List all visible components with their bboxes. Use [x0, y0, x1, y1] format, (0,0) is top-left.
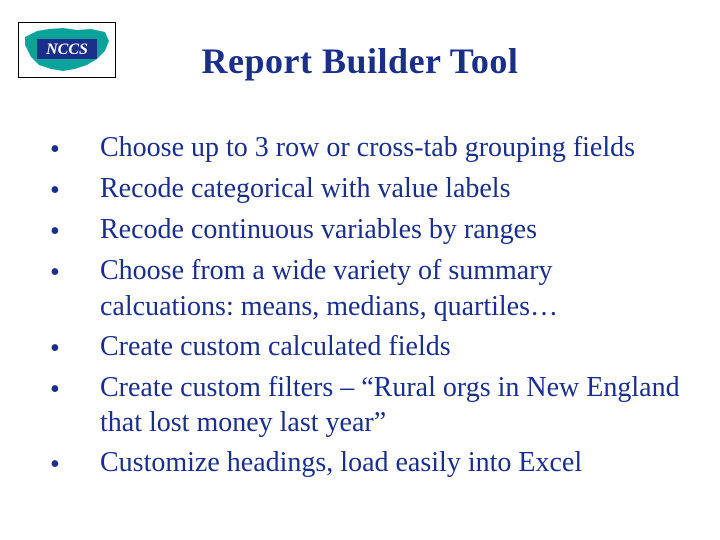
bullet-icon: •: [50, 370, 100, 407]
list-item: • Recode categorical with value labels: [50, 171, 680, 208]
list-item: • Recode continuous variables by ranges: [50, 212, 680, 249]
bullet-text: Recode continuous variables by ranges: [100, 212, 537, 248]
bullet-icon: •: [50, 329, 100, 366]
list-item: • Choose from a wide variety of summary …: [50, 253, 680, 325]
bullet-text: Choose from a wide variety of summary ca…: [100, 253, 680, 325]
list-item: • Create custom calculated fields: [50, 329, 680, 366]
bullet-icon: •: [50, 445, 100, 482]
slide-title: Report Builder Tool: [0, 40, 720, 82]
bullet-text: Choose up to 3 row or cross-tab grouping…: [100, 130, 635, 166]
bullet-icon: •: [50, 212, 100, 249]
list-item: • Choose up to 3 row or cross-tab groupi…: [50, 130, 680, 167]
bullet-text: Create custom calculated fields: [100, 329, 451, 365]
bullet-icon: •: [50, 253, 100, 290]
bullet-text: Create custom filters – “Rural orgs in N…: [100, 370, 680, 442]
bullet-icon: •: [50, 171, 100, 208]
bullet-list: • Choose up to 3 row or cross-tab groupi…: [50, 130, 680, 486]
bullet-icon: •: [50, 130, 100, 167]
list-item: • Customize headings, load easily into E…: [50, 445, 680, 482]
list-item: • Create custom filters – “Rural orgs in…: [50, 370, 680, 442]
bullet-text: Customize headings, load easily into Exc…: [100, 445, 582, 481]
bullet-text: Recode categorical with value labels: [100, 171, 510, 207]
